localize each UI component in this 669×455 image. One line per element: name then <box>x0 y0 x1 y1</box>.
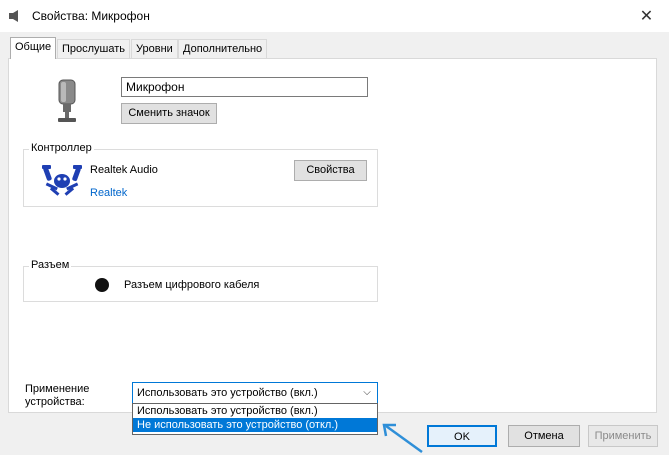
tab-panel <box>8 58 657 413</box>
cancel-button[interactable]: Отмена <box>508 425 580 447</box>
title-bar: Свойства: Микрофон ✕ <box>0 0 669 32</box>
tab-levels[interactable]: Уровни <box>131 39 178 58</box>
controller-name: Realtek Audio <box>90 164 158 176</box>
device-usage-dropdown: Использовать это устройство (вкл.) Не ис… <box>132 403 378 435</box>
controller-group-label: Контроллер <box>29 142 94 154</box>
tab-listen[interactable]: Прослушать <box>57 39 131 58</box>
chevron-down-icon[interactable]: ⌵ <box>361 383 373 403</box>
microphone-icon <box>58 79 76 122</box>
device-name-input[interactable]: Микрофон <box>121 77 368 97</box>
close-button[interactable]: ✕ <box>624 0 669 32</box>
window-title: Свойства: Микрофон <box>32 9 150 23</box>
device-usage-selected: Использовать это устройство (вкл.) <box>137 387 318 399</box>
change-icon-button[interactable]: Сменить значок <box>121 103 217 124</box>
option-enable-device[interactable]: Использовать это устройство (вкл.) <box>133 404 377 418</box>
jack-description: Разъем цифрового кабеля <box>124 279 260 291</box>
controller-properties-button[interactable]: Свойства <box>294 160 367 181</box>
tab-advanced[interactable]: Дополнительно <box>178 39 268 58</box>
annotation-arrow-icon <box>382 423 423 454</box>
tab-general[interactable]: Общие <box>10 37 57 59</box>
realtek-crab-logo <box>42 165 82 196</box>
jack-group-label: Разъем <box>29 259 72 271</box>
controller-vendor-link[interactable]: Realtek <box>90 187 127 199</box>
speaker-icon <box>9 10 18 22</box>
option-disable-device[interactable]: Не использовать это устройство (откл.) <box>133 418 377 432</box>
apply-button[interactable]: Применить <box>588 425 658 447</box>
device-usage-select[interactable]: Использовать это устройство (вкл.) ⌵ <box>132 382 378 404</box>
ok-button[interactable]: OK <box>427 425 497 447</box>
jack-color-dot <box>95 278 109 292</box>
device-usage-label: Применение устройства: <box>25 383 90 408</box>
